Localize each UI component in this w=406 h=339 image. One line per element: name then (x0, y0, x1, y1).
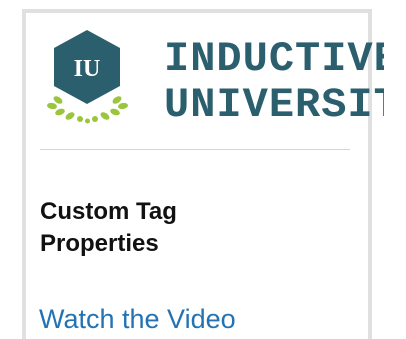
divider (40, 149, 350, 150)
inductive-university-logo: IU (40, 26, 135, 131)
brand-wordmark: INDUCTIVE UNIVERSITY (164, 36, 384, 126)
iu-emblem-icon: IU (47, 30, 128, 124)
badge-text: IU (74, 56, 101, 82)
brand-line-1: INDUCTIVE (164, 36, 384, 83)
watch-video-link[interactable]: Watch the Video (39, 304, 236, 335)
page-title: Custom Tag Properties (40, 198, 177, 257)
brand-line-2: UNIVERSITY (164, 81, 384, 126)
